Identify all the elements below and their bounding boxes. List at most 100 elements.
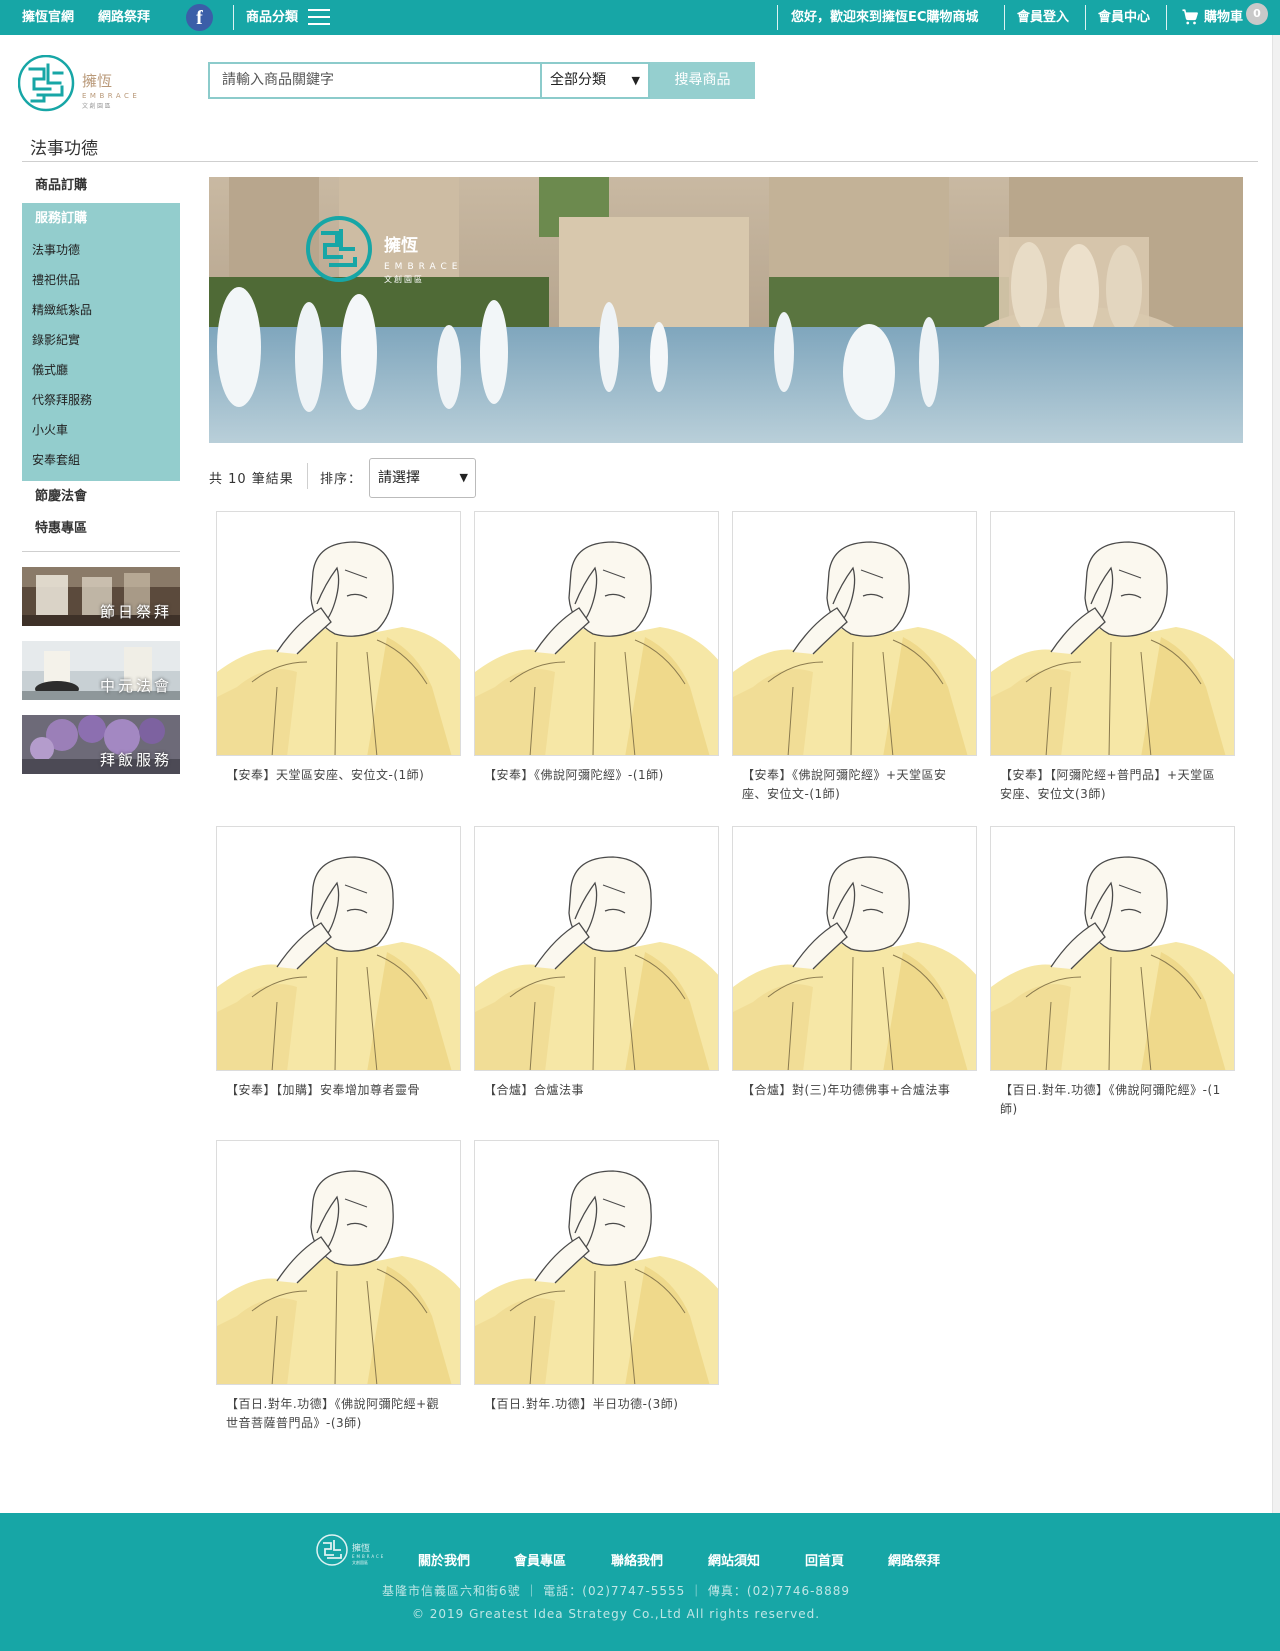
sidebar-product-order[interactable]: 商品訂購 bbox=[22, 170, 180, 202]
dropdown-arrow-icon: ▼ bbox=[459, 471, 468, 484]
sidebar-item[interactable]: 法事功德 bbox=[22, 235, 180, 265]
product-image[interactable] bbox=[732, 826, 977, 1071]
product-card[interactable]: 【百日.對年.功德】半日功德-(3師) bbox=[474, 1140, 719, 1414]
sidebar-service-order[interactable]: 服務訂購 bbox=[22, 203, 180, 235]
footer-link[interactable]: 網站須知 bbox=[708, 1550, 760, 1569]
cart-icon[interactable] bbox=[1181, 8, 1199, 26]
product-name[interactable]: 【安奉】天堂區安座、安位文-(1師) bbox=[216, 766, 461, 785]
product-image[interactable] bbox=[216, 1140, 461, 1385]
divider bbox=[1166, 5, 1167, 30]
brand-logo[interactable]: 擁恆 EMBRACE 文創園區 bbox=[18, 55, 168, 115]
svg-text:擁恆: 擁恆 bbox=[384, 235, 418, 256]
promo-label: 節日祭拜 bbox=[99, 603, 172, 621]
cart-link[interactable]: 購物車 bbox=[1204, 0, 1243, 35]
footer-link[interactable]: 回首頁 bbox=[805, 1550, 844, 1569]
welcome-text: 您好，歡迎來到擁恆EC購物商城 bbox=[791, 10, 979, 25]
divider bbox=[22, 551, 180, 552]
svg-text:擁恆: 擁恆 bbox=[352, 1542, 370, 1554]
product-name[interactable]: 【合爐】合爐法事 bbox=[474, 1081, 719, 1100]
sidebar-festival[interactable]: 節慶法會 bbox=[22, 481, 180, 513]
member-center-link[interactable]: 會員中心 bbox=[1098, 0, 1150, 35]
product-card[interactable]: 【安奉】《佛說阿彌陀經》+天堂區安座、安位文-(1師) bbox=[732, 511, 977, 804]
product-image[interactable] bbox=[990, 511, 1235, 756]
product-name[interactable]: 【安奉】《佛說阿彌陀經》+天堂區安座、安位文-(1師) bbox=[732, 766, 977, 804]
sidebar-special[interactable]: 特惠專區 bbox=[22, 513, 180, 545]
category-select-value: 全部分類 bbox=[550, 72, 606, 88]
footer-link[interactable]: 聯絡我們 bbox=[611, 1550, 663, 1569]
product-card[interactable]: 【安奉】【阿彌陀經+普門品】+天堂區安座、安位文(3師) bbox=[990, 511, 1235, 804]
product-card[interactable]: 【合爐】對(三)年功德佛事+合爐法事 bbox=[732, 826, 977, 1100]
product-image[interactable] bbox=[474, 826, 719, 1071]
footer-link[interactable]: 網路祭拜 bbox=[888, 1550, 940, 1569]
svg-text:EMBRACE: EMBRACE bbox=[352, 1554, 385, 1559]
divider bbox=[233, 5, 234, 30]
sidebar-item[interactable]: 禮祀供品 bbox=[22, 265, 180, 295]
search-bar: 請輸入商品關鍵字 全部分類 ▼ 搜尋商品 bbox=[208, 62, 755, 99]
sidebar-item[interactable]: 小火車 bbox=[22, 415, 180, 445]
online-worship-link[interactable]: 網路祭拜 bbox=[98, 0, 150, 35]
divider bbox=[1004, 5, 1005, 30]
product-image[interactable] bbox=[990, 826, 1235, 1071]
menu-icon[interactable] bbox=[308, 9, 330, 25]
svg-text:文創園區: 文創園區 bbox=[352, 1559, 368, 1565]
sidebar-item[interactable]: 錄影紀實 bbox=[22, 325, 180, 355]
hero-banner: 擁恆 EMBRACE 文創園區 bbox=[209, 177, 1243, 443]
product-name[interactable]: 【百日.對年.功德】《佛說阿彌陀經》-(1師) bbox=[990, 1081, 1235, 1119]
promo-meal-service-banner[interactable]: 拜飯服務 bbox=[22, 715, 180, 774]
scrollbar[interactable] bbox=[1272, 35, 1280, 1513]
product-image[interactable] bbox=[474, 511, 719, 756]
search-button[interactable]: 搜尋商品 bbox=[650, 62, 755, 99]
svg-text:擁恆: 擁恆 bbox=[82, 72, 112, 90]
banner-image: 擁恆 EMBRACE 文創園區 bbox=[209, 177, 1243, 443]
product-image[interactable] bbox=[732, 511, 977, 756]
product-card[interactable]: 【百日.對年.功德】《佛說阿彌陀經》-(1師) bbox=[990, 826, 1235, 1119]
result-count: 共 10 筆結果 bbox=[209, 472, 294, 487]
product-card[interactable]: 【安奉】【加購】安奉增加尊者靈骨 bbox=[216, 826, 461, 1100]
product-image[interactable] bbox=[474, 1140, 719, 1385]
sort-select-value: 請選擇 bbox=[378, 470, 420, 486]
promo-label: 中元法會 bbox=[99, 677, 172, 695]
sidebar: 商品訂購 服務訂購 法事功德 禮祀供品 精緻紙紮品 錄影紀實 儀式廳 代祭拜服務… bbox=[22, 170, 180, 545]
top-bar: 擁恆官網 網路祭拜 f 商品分類 您好，歡迎來到擁恆EC購物商城 會員登入 會員… bbox=[0, 0, 1280, 35]
promo-label: 拜飯服務 bbox=[99, 751, 172, 769]
product-name[interactable]: 【合爐】對(三)年功德佛事+合爐法事 bbox=[732, 1081, 977, 1100]
sidebar-service-group: 服務訂購 法事功德 禮祀供品 精緻紙紮品 錄影紀實 儀式廳 代祭拜服務 小火車 … bbox=[22, 203, 180, 481]
footer-link[interactable]: 關於我們 bbox=[418, 1550, 470, 1569]
sort-select[interactable]: 請選擇 ▼ bbox=[369, 458, 476, 498]
svg-text:EMBRACE: EMBRACE bbox=[384, 262, 462, 272]
sidebar-item[interactable]: 儀式廳 bbox=[22, 355, 180, 385]
category-menu-link[interactable]: 商品分類 bbox=[246, 0, 298, 35]
divider bbox=[307, 463, 308, 489]
promo-festival-banner[interactable]: 節日祭拜 bbox=[22, 567, 180, 626]
login-link[interactable]: 會員登入 bbox=[1017, 0, 1069, 35]
product-name[interactable]: 【百日.對年.功德】半日功德-(3師) bbox=[474, 1395, 719, 1414]
sidebar-item[interactable]: 代祭拜服務 bbox=[22, 385, 180, 415]
product-name[interactable]: 【安奉】【阿彌陀經+普門品】+天堂區安座、安位文(3師) bbox=[990, 766, 1235, 804]
footer-logo[interactable]: 擁恆 EMBRACE 文創園區 bbox=[316, 1533, 398, 1567]
product-name[interactable]: 【百日.對年.功德】《佛說阿彌陀經+觀世音菩薩普門品》-(3師) bbox=[216, 1395, 461, 1433]
product-image[interactable] bbox=[216, 511, 461, 756]
product-card[interactable]: 【合爐】合爐法事 bbox=[474, 826, 719, 1100]
promo-ghost-festival-banner[interactable]: 中元法會 bbox=[22, 641, 180, 700]
cart-count-badge: 0 bbox=[1246, 3, 1268, 25]
product-card[interactable]: 【百日.對年.功德】《佛說阿彌陀經+觀世音菩薩普門品》-(3師) bbox=[216, 1140, 461, 1433]
footer-link[interactable]: 會員專區 bbox=[514, 1550, 566, 1569]
facebook-icon[interactable]: f bbox=[186, 4, 213, 31]
search-input[interactable]: 請輸入商品關鍵字 bbox=[208, 62, 540, 99]
product-image[interactable] bbox=[216, 826, 461, 1071]
dropdown-arrow-icon: ▼ bbox=[631, 74, 640, 87]
product-name[interactable]: 【安奉】【加購】安奉增加尊者靈骨 bbox=[216, 1081, 461, 1100]
divider bbox=[1085, 5, 1086, 30]
product-name[interactable]: 【安奉】《佛說阿彌陀經》-(1師) bbox=[474, 766, 719, 785]
sidebar-item[interactable]: 精緻紙紮品 bbox=[22, 295, 180, 325]
sidebar-item[interactable]: 安奉套組 bbox=[22, 445, 180, 475]
sort-label: 排序： bbox=[320, 472, 363, 487]
product-card[interactable]: 【安奉】天堂區安座、安位文-(1師) bbox=[216, 511, 461, 785]
divider bbox=[22, 161, 1258, 162]
product-card[interactable]: 【安奉】《佛說阿彌陀經》-(1師) bbox=[474, 511, 719, 785]
category-select[interactable]: 全部分類 ▼ bbox=[540, 62, 650, 99]
official-site-link[interactable]: 擁恆官網 bbox=[22, 0, 74, 35]
svg-text:文創園區: 文創園區 bbox=[384, 274, 424, 284]
footer-copyright: © 2019 Greatest Idea Strategy Co.,Ltd Al… bbox=[411, 1607, 821, 1621]
footer-address: 基隆市信義區六和街6號 ｜ 電話：(02)7747-5555 ｜ 傳真：(02)… bbox=[382, 1584, 850, 1598]
